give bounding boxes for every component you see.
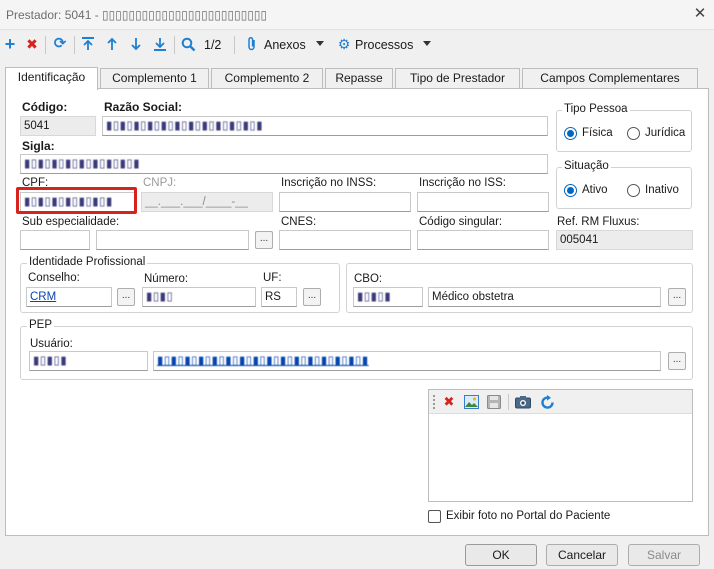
delete-icon[interactable]: ✖ [24,36,40,52]
sigla-field[interactable]: ▮▯▮▯▮▯▮▯▮▯▮▯▮▯▮▯▮ [20,154,548,174]
next-icon[interactable] [128,36,144,52]
toolbar-separator [74,36,75,54]
close-icon[interactable]: ✕ [690,3,710,25]
sub-especialidade-label: Sub especialidade: [22,216,120,228]
gear-icon[interactable]: ⚙ [336,36,352,52]
portal-checkbox[interactable] [428,510,441,523]
chevron-down-icon[interactable] [423,41,431,46]
camera-icon[interactable] [515,394,531,410]
toolbar-grip [433,395,435,409]
razao-social-field[interactable]: ▮▯▮▯▮▯▮▯▮▯▮▯▮▯▮▯▮▯▮▯▮▯▮ [102,116,548,136]
codigo-label: Código: [22,100,68,114]
numero-label: Número: [144,273,189,285]
toolbar-separator [174,36,175,54]
iss-field[interactable] [417,192,549,212]
toolbar-separator [45,36,46,54]
ref-rm-fluxus-label: Ref. RM Fluxus: [557,216,640,228]
juridica-label: Jurídica [645,127,686,139]
tab-complemento-2[interactable]: Complemento 2 [211,68,323,89]
iss-label: Inscrição no ISS: [419,177,506,189]
last-icon[interactable] [152,36,168,52]
tab-repasse[interactable]: Repasse [325,68,393,89]
toolbar: + ✖ ⟳ 1/2 Anexos ⚙ Processos [0,30,714,60]
cbo-code-value: ▮▯▮▯▮ [357,291,392,303]
add-icon[interactable]: + [2,35,18,53]
numero-value: ▮▯▮▯ [146,291,174,303]
cpf-highlight [16,187,137,214]
anexos-button[interactable]: Anexos [264,38,306,52]
conselho-label: Conselho: [28,272,80,284]
save-photo-icon[interactable] [486,394,502,410]
usuario-name-value: ▮▯▮▯▮▯▮▯▮▯▮▯▮▯▮▯▮▯▮▯▮▯▮▯▮▯▮▯▮▯▮ [157,355,369,367]
identidade-profissional-title: Identidade Profissional [27,256,148,268]
ok-button[interactable]: OK [465,544,537,566]
search-icon[interactable] [180,36,196,52]
usuario-code-field[interactable]: ▮▯▮▯▮ [29,351,148,371]
inss-label: Inscrição no INSS: [281,177,377,189]
conselho-field[interactable]: CRM [26,287,112,307]
radio-ativo[interactable] [564,184,577,197]
toolbar-separator [508,394,509,410]
situacao-title: Situação [562,160,611,172]
cbo-description-field[interactable]: Médico obstetra [428,287,661,307]
refresh-icon[interactable]: ⟳ [52,36,68,52]
toolbar-separator [234,36,235,54]
photo-toolbar: ✖ [429,390,692,414]
chevron-down-icon[interactable] [316,41,324,46]
inativo-label: Inativo [645,184,679,196]
sub-especialidade-name-field[interactable] [96,230,249,250]
tab-tipo-de-prestador[interactable]: Tipo de Prestador [395,68,520,89]
usuario-lookup-button[interactable]: ... [668,352,686,370]
previous-icon[interactable] [104,36,120,52]
uf-field[interactable]: RS [261,287,297,307]
ativo-label: Ativo [582,184,608,196]
rotate-icon[interactable] [539,394,555,410]
fisica-label: Física [582,127,613,139]
radio-inativo[interactable] [627,184,640,197]
sub-especialidade-lookup-button[interactable]: ... [255,231,273,249]
portal-checkbox-label: Exibir foto no Portal do Paciente [446,510,611,522]
processos-button[interactable]: Processos [355,38,413,52]
sub-especialidade-code-field[interactable] [20,230,90,250]
razao-social-label: Razão Social: [104,100,183,114]
usuario-label: Usuário: [30,338,73,350]
usuario-name-field[interactable]: ▮▯▮▯▮▯▮▯▮▯▮▯▮▯▮▯▮▯▮▯▮▯▮▯▮▯▮▯▮▯▮ [153,351,661,371]
delete-photo-icon[interactable]: ✖ [441,394,457,410]
codigo-field[interactable]: 5041 [20,116,96,136]
pep-title: PEP [27,319,55,331]
cancel-button[interactable]: Cancelar [546,544,618,566]
tab-complemento-1[interactable]: Complemento 1 [100,68,209,89]
conselho-lookup-button[interactable]: ... [117,288,135,306]
cnes-label: CNES: [281,216,317,228]
first-icon[interactable] [80,36,96,52]
page-indicator: 1/2 [204,38,222,52]
radio-juridica[interactable] [627,127,640,140]
tab-identificacao[interactable]: Identificação [5,67,98,90]
razao-social-value: ▮▯▮▯▮▯▮▯▮▯▮▯▮▯▮▯▮▯▮▯▮▯▮ [106,120,264,132]
codigo-singular-label: Código singular: [419,216,503,228]
tab-campos-complementares[interactable]: Campos Complementares [522,68,698,89]
uf-lookup-button[interactable]: ... [303,288,321,306]
save-button[interactable]: Salvar [628,544,700,566]
inss-field[interactable] [279,192,411,212]
window-title: Prestador: 5041 - ▯▯▯▯▯▯▯▯▯▯▯▯▯▯▯▯▯▯▯▯▯▯… [6,8,268,22]
ref-rm-fluxus-field[interactable]: 005041 [556,230,693,250]
codigo-singular-field[interactable] [417,230,549,250]
numero-field[interactable]: ▮▯▮▯ [142,287,256,307]
cnpj-label: CNPJ: [143,177,177,189]
sigla-label: Sigla: [22,139,55,153]
cbo-code-field[interactable]: ▮▯▮▯▮ [353,287,423,307]
paperclip-icon[interactable] [244,36,260,52]
image-icon[interactable] [463,394,479,410]
tipo-pessoa-title: Tipo Pessoa [562,103,630,115]
cnes-field[interactable] [279,230,411,250]
cbo-label: CBO: [354,273,383,285]
sigla-value: ▮▯▮▯▮▯▮▯▮▯▮▯▮▯▮▯▮ [24,158,141,170]
uf-label: UF: [263,272,282,284]
cnpj-field[interactable]: __.___.___/____-__ [141,192,273,212]
radio-fisica[interactable] [564,127,577,140]
cbo-lookup-button[interactable]: ... [668,288,686,306]
usuario-code-value: ▮▯▮▯▮ [33,355,68,367]
